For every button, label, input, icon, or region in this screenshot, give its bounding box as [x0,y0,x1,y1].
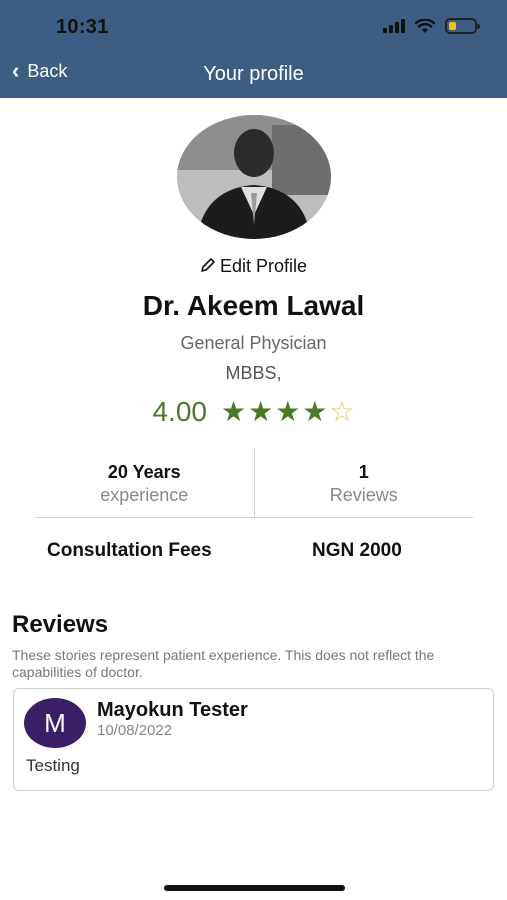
doctor-qualification: MBBS, [225,363,282,383]
fees-value: NGN 2000 [312,540,402,561]
doctor-avatar [177,115,331,239]
app-header: 10:31 ‹ Back Your profile [0,0,507,98]
rating-row: 4.00 ★ ★ ★ ★ ☆ [0,396,507,428]
edit-profile-button[interactable]: Edit Profile [0,256,507,278]
star-icon: ☆ [329,396,355,427]
signal-icon [383,19,405,33]
doctor-specialty: General Physician [180,333,327,353]
status-icons [383,18,480,34]
star-icon: ★ [275,396,301,427]
reviews-count: 1 [358,462,369,482]
battery-icon [445,18,480,34]
reviewer-avatar: M [24,698,86,748]
reviewer-name: Mayokun Tester [97,699,248,721]
reviews-heading: Reviews [12,611,109,638]
home-indicator[interactable] [164,885,345,891]
review-date: 10/08/2022 [97,722,173,739]
experience-value: 20 Years [107,462,181,482]
status-time: 10:31 [56,16,109,38]
star-icon: ★ [302,396,328,427]
pencil-icon [200,257,216,278]
wifi-icon [415,18,435,34]
experience-stat: 20 Years experience [35,448,254,517]
stats-panel: 20 Years experience 1 Reviews [35,448,473,518]
review-text: Testing [26,756,80,775]
star-icon: ★ [220,396,247,427]
star-icon: ★ [248,396,274,427]
doctor-name: Dr. Akeem Lawal [142,290,365,321]
reviews-count-label: Reviews [329,485,398,505]
reviews-stat: 1 Reviews [253,448,474,517]
fees-label: Consultation Fees [47,540,212,561]
rating-value: 4.00 [152,396,207,427]
review-card: M Mayokun Tester 10/08/2022 Testing [13,688,494,791]
page-title: Your profile [203,63,304,85]
reviews-disclaimer: These stories represent patient experien… [12,647,435,680]
experience-label: experience [100,485,189,505]
consultation-fees-row: Consultation Fees NGN 2000 [0,540,507,564]
rating-stars: ★ ★ ★ ★ ☆ [221,398,355,426]
edit-profile-label: Edit Profile [219,256,308,276]
